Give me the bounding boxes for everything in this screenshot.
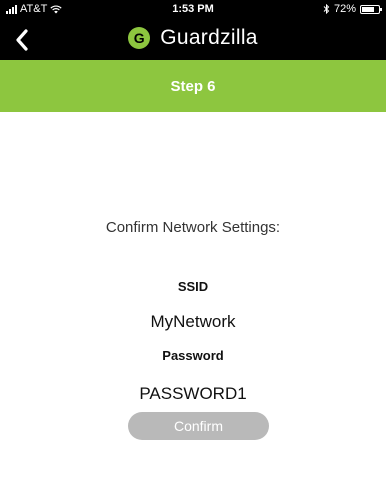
bluetooth-icon [323,4,330,14]
status-right: 72% [323,3,382,15]
guardzilla-logo-icon: G [128,27,151,49]
step-banner: Step 6 [0,60,386,112]
battery-fill [362,6,374,12]
ssid-value: MyNetwork [150,312,236,331]
battery-icon [360,4,382,14]
password-label: Password [162,348,224,363]
confirm-button[interactable]: Confirm [128,412,269,440]
nav-bar: G Guardzilla [0,20,386,60]
confirm-heading: Confirm Network Settings: [105,219,281,236]
battery-percent: 72% [333,3,356,15]
password-value: PASSWORD1 [139,384,247,403]
top-bar: AT&T 1:53 PM 72% G Guardzilla [0,0,386,60]
ssid-label: SSID [177,279,209,294]
brand: G Guardzilla [0,26,386,50]
status-bar: AT&T 1:53 PM 72% [0,0,386,20]
app-title: Guardzilla [160,26,258,49]
step-title: Step 6 [170,77,216,95]
